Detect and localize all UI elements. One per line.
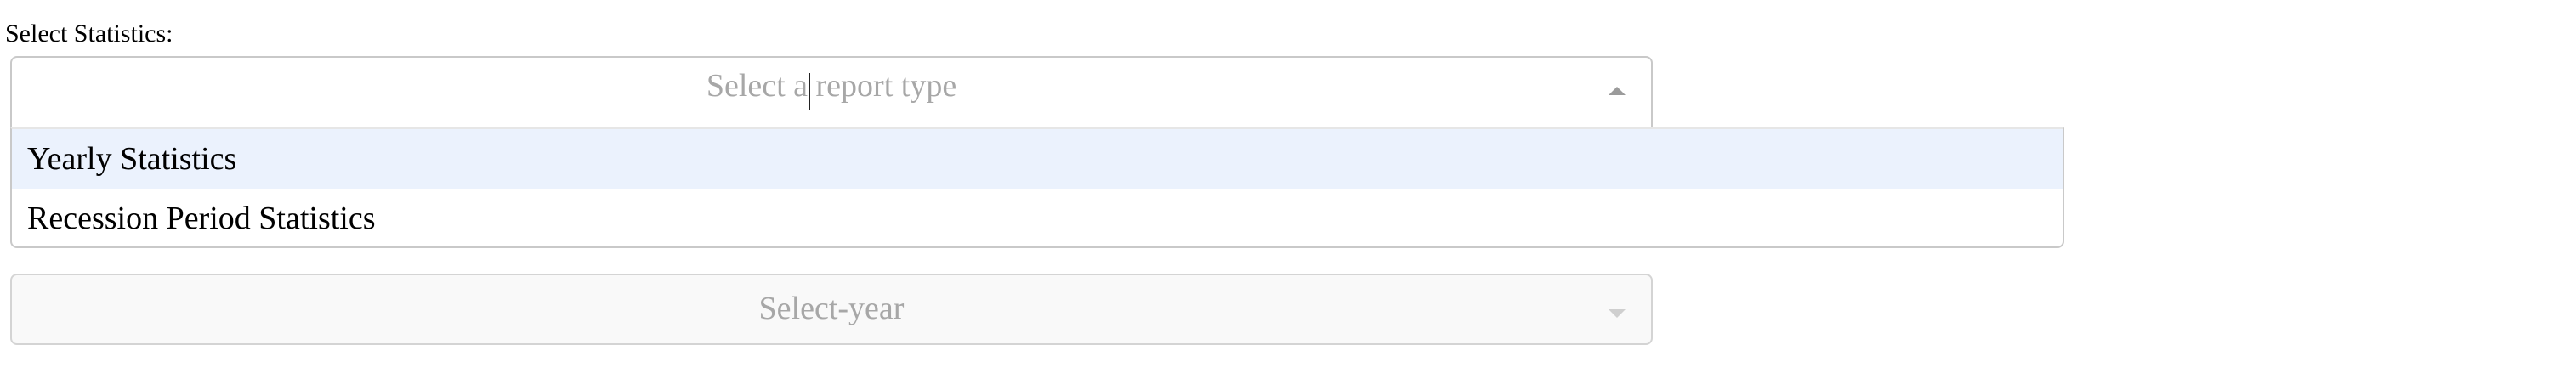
option-recession-period-statistics[interactable]: Recession Period Statistics xyxy=(12,189,2063,246)
year-dropdown: Select-year xyxy=(10,274,1653,345)
statistics-label: Select Statistics: xyxy=(5,20,173,48)
report-type-placeholder: Select a report type xyxy=(706,68,957,104)
chevron-up-icon[interactable] xyxy=(1609,87,1626,95)
text-cursor xyxy=(809,73,810,110)
report-type-dropdown[interactable]: Select a report type xyxy=(10,56,1653,131)
option-yearly-statistics[interactable]: Yearly Statistics xyxy=(12,129,2063,189)
report-type-menu: Yearly Statistics Recession Period Stati… xyxy=(10,127,2064,248)
year-placeholder: Select-year xyxy=(758,291,905,326)
chevron-down-icon xyxy=(1609,309,1626,318)
